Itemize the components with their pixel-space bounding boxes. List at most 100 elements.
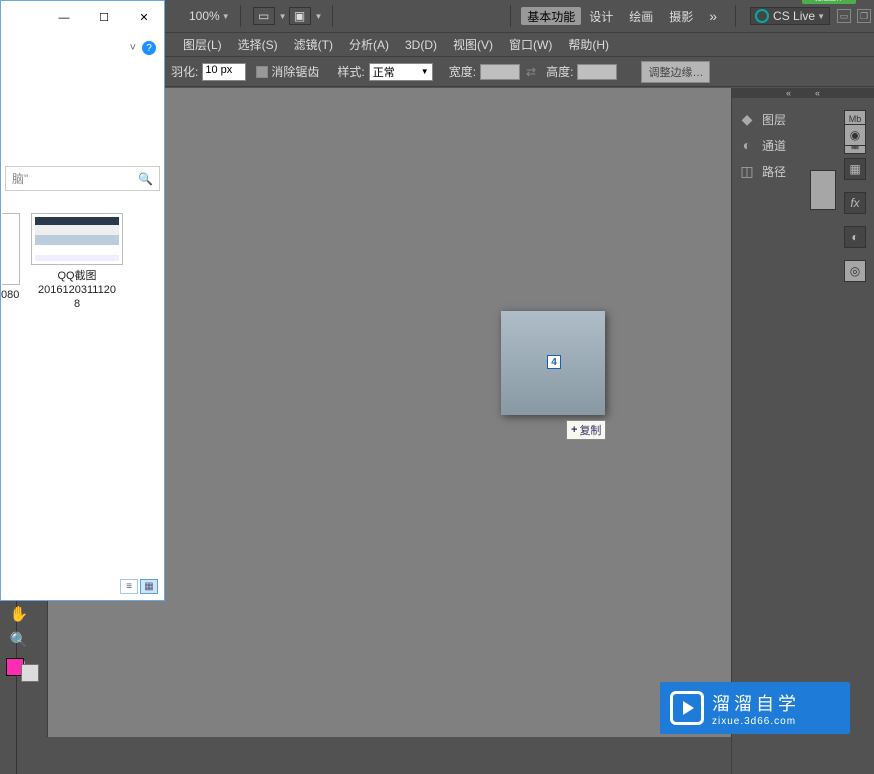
antialias-label: 消除锯齿 (271, 63, 319, 80)
paths-icon: ◫ (738, 162, 756, 180)
file-thumbnail (31, 213, 123, 265)
style-label: 样式: (337, 63, 364, 80)
window-box-icon[interactable]: ▭ (837, 9, 851, 23)
dialog-subbar: ˅ ? (1, 34, 164, 62)
more-workspaces-icon[interactable]: » (709, 8, 717, 24)
antialias-checkbox[interactable] (256, 66, 268, 78)
background-swatch[interactable] (21, 664, 39, 682)
menu-window[interactable]: 窗口(W) (509, 36, 552, 53)
cs-live-button[interactable]: CS Live ▼ (750, 7, 830, 25)
height-input[interactable] (577, 64, 617, 80)
help-icon[interactable]: ? (142, 41, 156, 55)
right-tool-column: ◉ ▦ fx ◐ ◎ (844, 124, 868, 282)
paths-label: 路径 (762, 163, 786, 180)
fx-small-icon[interactable]: fx (844, 192, 866, 214)
camera-icon[interactable]: ◎ (844, 260, 866, 282)
file-name-line3: 8 (29, 297, 125, 311)
dropdown-icon[interactable]: ▼ (279, 12, 287, 21)
zoom-tool-icon[interactable]: 🔍 (6, 630, 32, 650)
list-view-icon[interactable]: ≡ (120, 579, 138, 594)
hand-tool-icon[interactable]: ✋ (6, 604, 32, 624)
workspace-basics-button[interactable]: 基本功能 (521, 7, 581, 25)
drag-count-badge: 4 (547, 355, 561, 369)
refine-edge-button[interactable]: 调整边缘… (641, 61, 710, 83)
menu-view[interactable]: 视图(V) (453, 36, 493, 53)
separator (735, 5, 736, 27)
collapse-icon: « (786, 88, 791, 98)
search-input[interactable]: 脑" 🔍 (5, 166, 160, 191)
swap-dimensions-icon[interactable]: ⇄ (526, 65, 536, 79)
menu-bar: 图层(L) 选择(S) 滤镜(T) 分析(A) 3D(D) 视图(V) 窗口(W… (165, 33, 874, 57)
width-input[interactable] (480, 64, 520, 80)
workspace-tab-paint[interactable]: 绘画 (629, 8, 653, 25)
collapse-icon: « (815, 88, 820, 98)
watermark-title: 溜溜自学 (712, 690, 800, 716)
cs-live-label: CS Live (773, 9, 815, 23)
drag-preview[interactable]: 4 (501, 311, 605, 415)
notification-pill[interactable]: 抢注工作 (802, 0, 856, 4)
dropdown-icon: ▼ (421, 67, 429, 76)
right-panel: « « ◆ 图层 Mb ◐ 通道 ▦ ◫ 路径 (731, 88, 874, 774)
arrange-icon[interactable]: ▭ (253, 7, 275, 25)
thumb-view-icon[interactable]: ▦ (140, 579, 158, 594)
file-name-line2: 2016120311120 (29, 283, 125, 297)
copy-label: 复制 (579, 422, 601, 438)
dropdown-icon[interactable]: ▼ (817, 12, 825, 21)
chevron-down-icon[interactable]: ˅ (130, 42, 136, 54)
sphere-icon[interactable]: ◐ (844, 226, 866, 248)
zoom-level[interactable]: 100% (189, 9, 220, 23)
menu-filter[interactable]: 滤镜(T) (294, 36, 333, 53)
dialog-titlebar[interactable]: — ☐ ✕ (1, 1, 164, 34)
menu-select[interactable]: 选择(S) (238, 36, 278, 53)
layers-label: 图层 (762, 111, 786, 128)
watermark-url: zixue.3d66.com (712, 716, 800, 727)
menu-3d[interactable]: 3D(D) (405, 38, 437, 52)
view-mode-icons: ≡ ▦ (120, 579, 158, 594)
window-close-button[interactable]: ✕ (124, 4, 164, 32)
menu-analysis[interactable]: 分析(A) (349, 36, 389, 53)
status-bar (17, 737, 731, 774)
width-label: 宽度: (449, 63, 476, 80)
panel-collapse-bar[interactable]: « « (732, 88, 874, 98)
screenmode-icon[interactable]: ▣ (289, 7, 311, 25)
window-restore-icon[interactable]: ❐ (857, 9, 871, 23)
brush-tab-icon[interactable] (810, 170, 836, 210)
watermark: 溜溜自学 zixue.3d66.com (660, 682, 850, 734)
channels-icon: ◐ (738, 136, 756, 154)
window-minimize-button[interactable]: — (44, 4, 84, 32)
workspace-tab-design[interactable]: 设计 (589, 8, 613, 25)
file-name-line1: QQ截图 (29, 269, 125, 283)
list-item[interactable]: 080 (1, 213, 21, 311)
list-item[interactable]: QQ截图 2016120311120 8 (29, 213, 125, 311)
file-name: 080 (1, 289, 21, 301)
grid-icon[interactable]: ▦ (844, 158, 866, 180)
separator (332, 5, 333, 27)
search-icon: 🔍 (138, 172, 153, 186)
explorer-dialog: — ☐ ✕ ˅ ? 脑" 🔍 080 QQ截图 2016120311120 8 (0, 0, 165, 601)
channels-label: 通道 (762, 137, 786, 154)
style-select[interactable]: 正常 ▼ (369, 63, 433, 81)
file-thumbnail (2, 213, 20, 285)
feather-input[interactable]: 10 px (202, 63, 246, 81)
zoom-dropdown-icon[interactable]: ▼ (222, 12, 230, 21)
file-list: 080 QQ截图 2016120311120 8 (1, 191, 164, 311)
layers-icon: ◆ (738, 110, 756, 128)
play-icon (683, 701, 694, 715)
menu-layer[interactable]: 图层(L) (183, 36, 222, 53)
color-swatches[interactable] (6, 658, 39, 682)
dropdown-icon[interactable]: ▼ (315, 12, 323, 21)
style-value: 正常 (373, 64, 395, 80)
menu-help[interactable]: 帮助(H) (568, 36, 609, 53)
separator (240, 5, 241, 27)
color-wheel-icon[interactable]: ◉ (844, 124, 866, 146)
separator (510, 5, 511, 27)
options-bar: 羽化: 10 px 消除锯齿 样式: 正常 ▼ 宽度: ⇄ 高度: 调整边缘… (165, 57, 874, 87)
search-placeholder: 脑" (12, 170, 28, 187)
watermark-logo-icon (670, 691, 704, 725)
window-maximize-button[interactable]: ☐ (84, 4, 124, 32)
workspace-tab-photo[interactable]: 摄影 (669, 8, 693, 25)
thumb-content (35, 217, 119, 261)
plus-icon: + (571, 424, 577, 436)
drag-copy-tooltip: + 复制 (566, 420, 606, 440)
cs-live-icon (755, 9, 769, 23)
